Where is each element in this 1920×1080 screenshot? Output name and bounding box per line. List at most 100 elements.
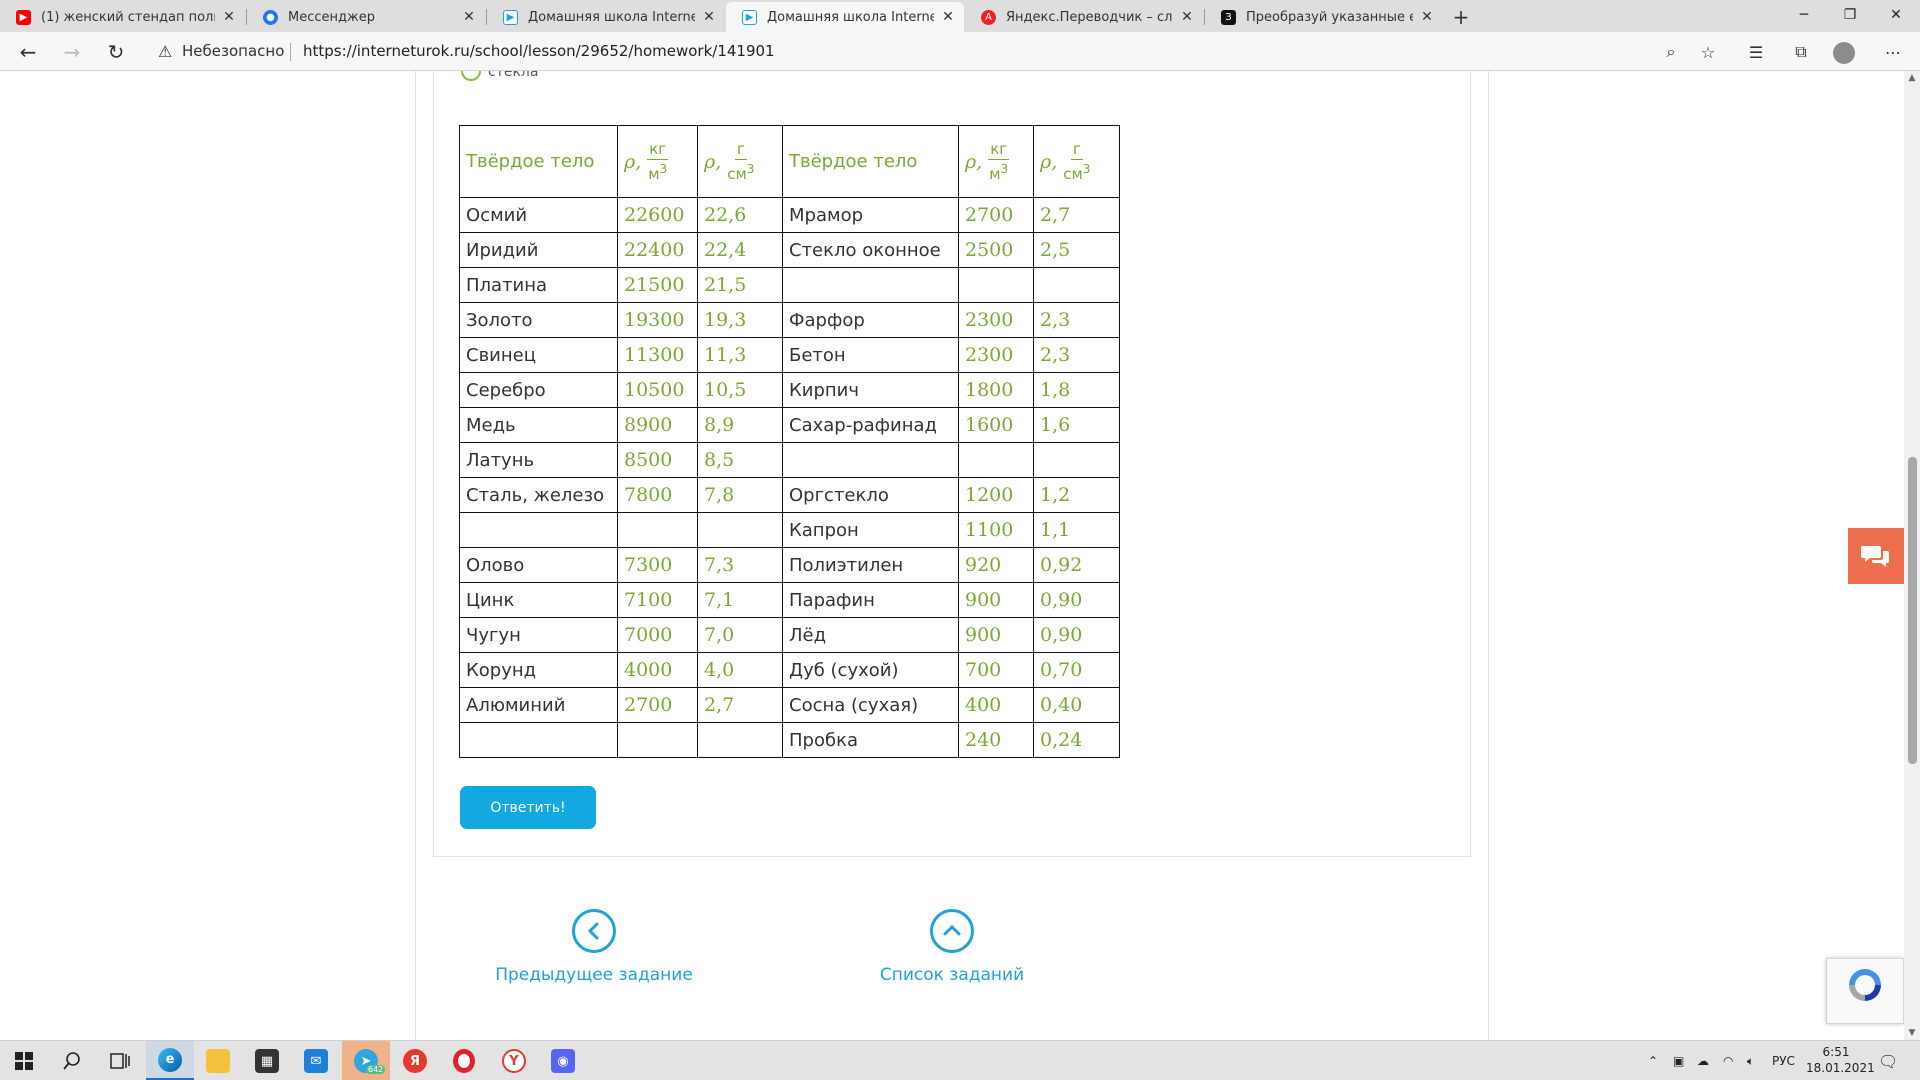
folder-icon [206, 1049, 230, 1073]
cell-density-g-left [697, 722, 783, 758]
cell-density-kg-left: 21500 [617, 267, 698, 303]
cell-density-kg-right: 1600 [958, 407, 1034, 443]
previous-task-label[interactable]: Предыдущее задание [495, 965, 693, 985]
cell-solid-right: Парафин [782, 582, 959, 618]
tab-title: Домашняя школа InternetUrok [528, 9, 695, 25]
tab-interneturok-active[interactable]: ▶ Домашняя школа InternetUrok ✕ [726, 2, 964, 32]
tab-messenger[interactable]: ● Мессенджер ✕ [247, 2, 485, 32]
cell-density-kg-left: 7800 [617, 477, 698, 513]
scroll-up-icon[interactable]: ▲ [1904, 73, 1920, 83]
cell-density-kg-right: 900 [958, 617, 1034, 653]
scrollbar-thumb[interactable] [1908, 457, 1917, 764]
store-app[interactable]: ▦ [243, 1041, 291, 1080]
warning-icon[interactable]: ⚠ [158, 42, 172, 61]
cell-solid-left: Олово [459, 547, 618, 583]
clock-time: 6:51 [1822, 1045, 1850, 1059]
notifications-icon[interactable]: 🗨︎ [1878, 1041, 1898, 1080]
task-list-label[interactable]: Список заданий [880, 965, 1024, 985]
tab-yandex-translate[interactable]: A Яндекс.Переводчик – словарь ✕ [965, 2, 1203, 32]
cell-density-kg-left [617, 512, 698, 548]
minimize-icon[interactable]: ─ [1781, 0, 1827, 30]
input-language[interactable]: РУС [1772, 1041, 1795, 1080]
tab-youtube[interactable]: ▶ (1) женский стендап полный в ✕ [0, 2, 245, 32]
cell-solid-right: Оргстекло [782, 477, 959, 513]
cell-solid-right: Полиэтилен [782, 547, 959, 583]
yandex-browser-app[interactable]: Y [490, 1041, 538, 1080]
address-input[interactable]: https://interneturok.ru/school/lesson/29… [303, 42, 775, 60]
opera-app[interactable] [440, 1041, 488, 1080]
new-tab-button[interactable]: + [1448, 4, 1474, 30]
mail-app[interactable]: ✉ [292, 1041, 340, 1080]
security-status[interactable]: Небезопасно [182, 42, 284, 60]
task-view-icon[interactable] [96, 1041, 144, 1080]
collections-icon[interactable]: ⧉ [1786, 37, 1816, 67]
close-tab-icon[interactable]: ✕ [1179, 9, 1195, 25]
cell-density-kg-right [958, 267, 1034, 303]
onedrive-cloud-icon[interactable]: ☁ [1697, 1041, 1709, 1080]
answer-radio-label: стекла [488, 71, 539, 80]
chat-bubbles-icon [1861, 546, 1889, 567]
volume-icon[interactable]: 🔈︎ [1747, 1041, 1754, 1080]
telegram-app[interactable]: ➤ 642 [342, 1041, 390, 1080]
chat-widget-button[interactable] [1848, 528, 1904, 584]
header-kg-m3-right: ρ, кг м3 [958, 125, 1034, 198]
file-explorer-app[interactable] [194, 1041, 242, 1080]
profile-avatar-icon[interactable] [1833, 42, 1855, 64]
recaptcha-badge[interactable] [1826, 958, 1904, 1024]
cell-density-g-left: 4,0 [697, 652, 783, 688]
tray-device-icon[interactable]: ▣ [1673, 1041, 1684, 1080]
cell-density-kg-left: 4000 [617, 652, 698, 688]
discord-app[interactable]: ◉ [539, 1041, 587, 1080]
favorite-star-icon[interactable]: ☆ [1693, 37, 1723, 67]
close-tab-icon[interactable]: ✕ [1419, 9, 1435, 25]
search-icon[interactable] [48, 1041, 96, 1080]
cell-density-g-right: 1,8 [1033, 372, 1120, 408]
cell-solid-right: Бетон [782, 337, 959, 373]
close-window-icon[interactable]: ✕ [1873, 0, 1919, 30]
more-menu-icon[interactable]: ⋯ [1878, 37, 1908, 67]
cell-density-kg-right: 700 [958, 652, 1034, 688]
refresh-icon[interactable]: ↻ [100, 36, 132, 68]
wifi-icon[interactable]: ◠ [1723, 1041, 1733, 1080]
yandex-app[interactable]: Я [391, 1041, 439, 1080]
tray-chevron-up-icon[interactable]: ⌃ [1648, 1041, 1658, 1080]
back-arrow-icon[interactable]: ← [12, 36, 44, 68]
scroll-down-icon[interactable]: ▼ [1904, 1028, 1920, 1038]
cell-solid-left: Сталь, железо [459, 477, 618, 513]
tab-strip: ▶ (1) женский стендап полный в ✕ ● Мессе… [0, 0, 1920, 32]
cell-solid-right: Сахар-рафинад [782, 407, 959, 443]
page-scrollbar[interactable]: ▲ ▼ [1904, 71, 1920, 1040]
favorites-list-icon[interactable]: ☰ [1741, 37, 1771, 67]
cell-solid-left: Медь [459, 407, 618, 443]
start-button[interactable] [0, 1041, 48, 1080]
cell-solid-left: Свинец [459, 337, 618, 373]
close-tab-icon[interactable]: ✕ [701, 9, 717, 25]
cell-solid-right: Дуб (сухой) [782, 652, 959, 688]
previous-task-link[interactable]: Предыдущее задание [494, 909, 694, 985]
maximize-icon[interactable]: ❐ [1827, 0, 1873, 30]
cell-solid-left: Золото [459, 302, 618, 338]
yandex-translate-icon: A [981, 9, 996, 25]
messenger-icon: ● [263, 9, 278, 25]
header-solid-right: Твёрдое тело [782, 125, 959, 198]
task-list-link[interactable]: Список заданий [852, 909, 1052, 985]
close-tab-icon[interactable]: ✕ [940, 9, 956, 25]
answer-button[interactable]: Ответить! [460, 786, 596, 829]
table-row: Капрон 1100 1,1 [459, 512, 1120, 548]
close-tab-icon[interactable]: ✕ [461, 9, 477, 25]
cell-solid-left: Осмий [459, 197, 618, 233]
zoom-icon[interactable]: ⌕ [1656, 37, 1686, 67]
close-tab-icon[interactable]: ✕ [221, 9, 237, 25]
cell-density-g-left: 7,8 [697, 477, 783, 513]
system-clock[interactable]: 6:51 18.01.2021 [1806, 1044, 1875, 1076]
table-row: Осмий 22600 22,6 Мрамор 2700 2,7 [459, 197, 1120, 233]
edge-browser-app[interactable]: e [146, 1041, 194, 1080]
cell-density-kg-right [958, 442, 1034, 478]
cell-solid-left: Латунь [459, 442, 618, 478]
tab-interneturok-1[interactable]: ▶ Домашняя школа InternetUrok ✕ [487, 2, 725, 32]
forward-arrow-icon[interactable]: → [56, 36, 88, 68]
cell-density-kg-right: 2300 [958, 337, 1034, 373]
cell-density-g-right: 1,6 [1033, 407, 1120, 443]
cell-density-g-left: 7,1 [697, 582, 783, 618]
tab-znanija[interactable]: З Преобразуй указанные единиц ✕ [1205, 2, 1443, 32]
